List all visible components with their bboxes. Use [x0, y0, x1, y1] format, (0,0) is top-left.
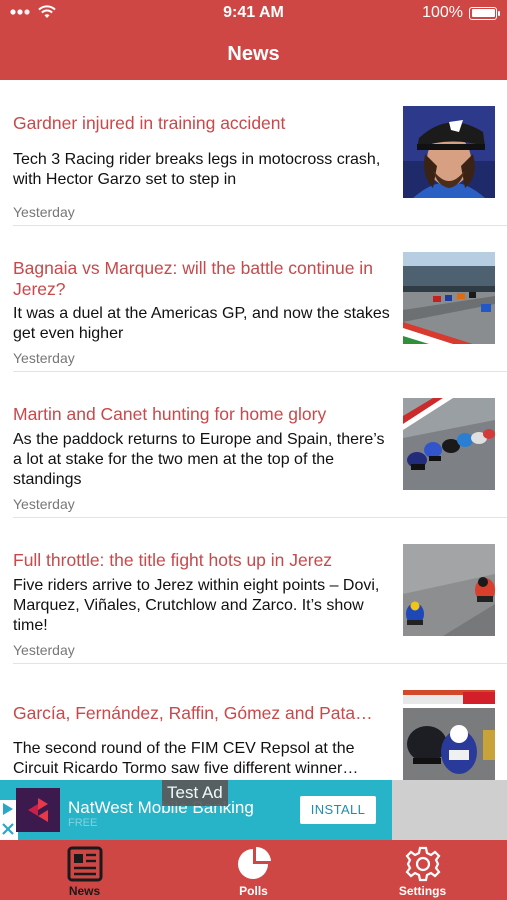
article-description: The second round of the FIM CEV Repsol a…: [13, 740, 359, 777]
ad-side-panel: [392, 780, 507, 840]
tab-label: Polls: [239, 884, 268, 898]
bank-logo-icon: [16, 788, 60, 832]
battery-percent: 100%: [422, 4, 463, 21]
status-right: 100%: [422, 4, 500, 22]
tab-settings[interactable]: Settings: [338, 840, 507, 900]
article-time: Yesterday: [13, 204, 75, 220]
article-thumbnail: [403, 398, 495, 490]
article-title: García, Fernández, Raffin, Gómez and Pat…: [13, 703, 373, 723]
gear-icon: [403, 844, 443, 884]
article-description: Five riders arrive to Jerez within eight…: [13, 577, 380, 634]
ad-price: FREE: [68, 817, 98, 829]
tab-label: Settings: [398, 884, 447, 898]
battery-icon: [469, 6, 500, 20]
article-thumbnail: [403, 252, 495, 344]
nav-bar: News: [0, 28, 507, 80]
ad-banner[interactable]: NatWest Mobile Banking FREE INSTALL: [0, 780, 507, 840]
tab-label: News: [68, 884, 101, 898]
article-time: Yesterday: [13, 350, 75, 366]
tab-polls[interactable]: Polls: [169, 840, 338, 900]
tab-bar: News Polls Settings: [0, 840, 507, 900]
news-article[interactable]: García, Fernández, Raffin, Gómez and Pat…: [0, 664, 507, 780]
article-thumbnail: [403, 544, 495, 636]
article-thumbnail: [403, 690, 495, 780]
article-title: Martin and Canet hunting for home glory: [13, 404, 327, 424]
article-description: Tech 3 Racing rider breaks legs in motoc…: [13, 151, 381, 188]
news-article[interactable]: Martin and Canet hunting for home glory …: [0, 372, 507, 518]
status-bar: 9:41 AM 100%: [0, 0, 507, 28]
news-article[interactable]: Gardner injured in training accident Tec…: [0, 80, 507, 226]
install-button[interactable]: INSTALL: [300, 796, 376, 824]
page-title: News: [227, 42, 280, 65]
article-thumbnail: [403, 106, 495, 198]
article-title: Full throttle: the title fight hots up i…: [13, 550, 333, 570]
news-feed[interactable]: Gardner injured in training accident Tec…: [0, 80, 507, 780]
news-article[interactable]: Full throttle: the title fight hots up i…: [0, 518, 507, 664]
tab-news[interactable]: News: [0, 840, 169, 900]
article-description: It was a duel at the Americas GP, and no…: [13, 305, 390, 342]
test-ad-label: Test Ad: [162, 780, 228, 806]
pie-chart-icon: [234, 844, 274, 884]
article-title: Bagnaia vs Marquez: will the battle cont…: [13, 258, 373, 299]
news-article[interactable]: Bagnaia vs Marquez: will the battle cont…: [0, 226, 507, 372]
article-time: Yesterday: [13, 496, 75, 512]
newspaper-icon: [65, 844, 105, 884]
article-description: As the paddock returns to Europe and Spa…: [13, 431, 385, 488]
article-title: Gardner injured in training accident: [13, 113, 286, 133]
article-time: Yesterday: [13, 642, 75, 658]
